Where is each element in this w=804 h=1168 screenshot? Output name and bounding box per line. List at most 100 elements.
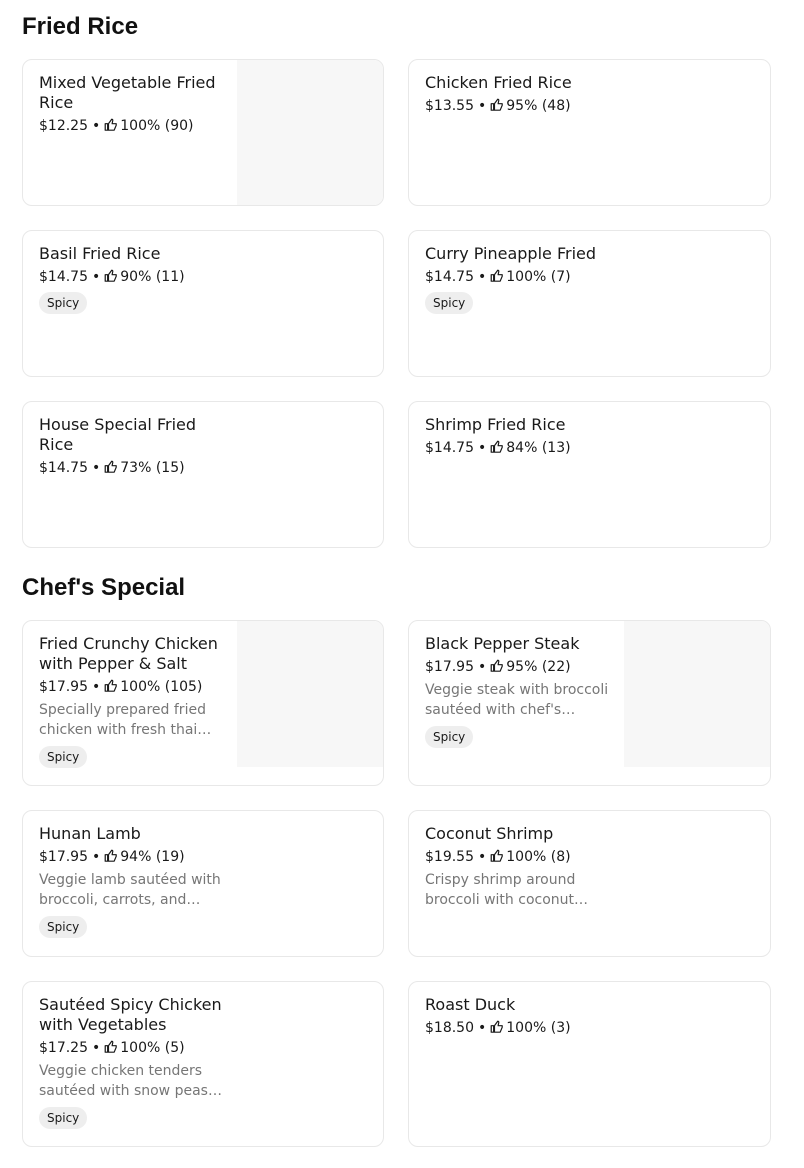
separator-dot: • (92, 118, 101, 134)
item-meta: $17.95 • 100% (105) (39, 678, 229, 696)
item-name: Sautéed Spicy Chicken with Vegetables (39, 995, 222, 1034)
item-name: Chicken Fried Rice (425, 73, 572, 92)
item-rating: 100% (5) (120, 1040, 185, 1056)
item-price: $14.75 (425, 440, 474, 456)
thumbs-up-icon (490, 849, 504, 862)
item-price: $17.95 (425, 659, 474, 675)
thumbs-up-icon (490, 440, 504, 453)
item-meta: $14.75 • 84% (13) (425, 439, 755, 457)
separator-dot: • (92, 1040, 101, 1056)
item-name: Mixed Vegetable Fried Rice (39, 73, 216, 112)
item-meta: $19.55 • 100% (8) (425, 848, 615, 866)
menu-item-hunan-lamb[interactable]: Hunan Lamb $17.95 • 94% (19) Veggie lamb s… (22, 810, 384, 957)
separator-dot: • (478, 269, 487, 285)
separator-dot: • (92, 269, 101, 285)
thumbs-up-icon (490, 659, 504, 672)
item-meta: $18.50 • 100% (3) (425, 1019, 755, 1037)
spicy-badge: Spicy (425, 292, 474, 314)
thumbs-up-icon (490, 269, 504, 282)
thumbs-up-icon (490, 98, 504, 111)
separator-dot: • (478, 659, 487, 675)
item-rating: 90% (11) (120, 269, 185, 285)
thumbs-up-icon (104, 460, 118, 473)
item-image-placeholder (237, 60, 383, 205)
item-rating: 100% (105) (120, 679, 203, 695)
menu-item-roast-duck[interactable]: Roast Duck $18.50 • 100% (3) (408, 981, 771, 1147)
item-meta: $17.25 • 100% (5) (39, 1039, 229, 1057)
item-rating: 95% (48) (506, 98, 571, 114)
item-price: $17.25 (39, 1040, 88, 1056)
item-rating: 100% (90) (120, 118, 194, 134)
item-price: $12.25 (39, 118, 88, 134)
item-description: Veggie steak with broccoli sautéed with … (425, 682, 609, 718)
menu-item-mixed-vegetable-fried-rice[interactable]: Mixed Vegetable Fried Rice $12.25 • 100% (… (22, 59, 384, 206)
item-meta: $14.75 • 73% (15) (39, 459, 229, 477)
item-name: Shrimp Fried Rice (425, 415, 566, 434)
item-description: Veggie chicken tenders sautéed with snow… (39, 1063, 222, 1099)
item-image-placeholder (624, 621, 770, 767)
menu-item-house-special-fried-rice[interactable]: House Special Fried Rice $14.75 • 73% (15) (22, 401, 384, 548)
thumbs-up-icon (104, 1040, 118, 1053)
item-name: Roast Duck (425, 995, 516, 1014)
separator-dot: • (92, 460, 101, 476)
item-price: $19.55 (425, 849, 474, 865)
item-meta: $14.75 • 100% (7) (425, 268, 755, 286)
item-description: Veggie lamb sautéed with broccoli, carro… (39, 872, 221, 908)
spicy-badge: Spicy (425, 726, 474, 748)
item-rating: 100% (7) (506, 269, 571, 285)
item-name: Coconut Shrimp (425, 824, 554, 843)
item-price: $13.55 (425, 98, 474, 114)
menu-item-basil-fried-rice[interactable]: Basil Fried Rice $14.75 • 90% (11) Spicy (22, 230, 384, 377)
thumbs-up-icon (104, 679, 118, 692)
spicy-badge: Spicy (39, 1107, 88, 1129)
item-rating: 100% (8) (506, 849, 571, 865)
item-description: Crispy shrimp around broccoli with cocon… (425, 872, 589, 908)
separator-dot: • (478, 440, 487, 456)
item-description: Specially prepared fried chicken with fr… (39, 702, 212, 738)
separator-dot: • (92, 679, 101, 695)
item-rating: 94% (19) (120, 849, 185, 865)
item-price: $14.75 (425, 269, 474, 285)
section-title-fried-rice: Fried Rice (22, 13, 139, 40)
item-image-placeholder (237, 621, 383, 767)
thumbs-up-icon (104, 849, 118, 862)
menu-item-chicken-fried-rice[interactable]: Chicken Fried Rice $13.55 • 95% (48) (408, 59, 771, 206)
item-name: Black Pepper Steak (425, 634, 580, 653)
item-price: $17.95 (39, 849, 88, 865)
item-meta: $17.95 • 95% (22) (425, 658, 615, 676)
item-name: Hunan Lamb (39, 824, 141, 843)
item-meta: $14.75 • 90% (11) (39, 268, 369, 286)
item-meta: $17.95 • 94% (19) (39, 848, 229, 866)
menu-item-fried-crunchy-chicken[interactable]: Fried Crunchy Chicken with Pepper & Salt… (22, 620, 384, 786)
separator-dot: • (478, 1020, 487, 1036)
item-name: Basil Fried Rice (39, 244, 161, 263)
menu-item-coconut-shrimp[interactable]: Coconut Shrimp $19.55 • 100% (8) Crispy sh… (408, 810, 771, 957)
separator-dot: • (92, 849, 101, 865)
item-name: Fried Crunchy Chicken with Pepper & Salt (39, 634, 218, 673)
item-meta: $13.55 • 95% (48) (425, 97, 755, 115)
item-price: $17.95 (39, 679, 88, 695)
spicy-badge: Spicy (39, 916, 88, 938)
item-meta: $12.25 • 100% (90) (39, 117, 229, 135)
separator-dot: • (478, 98, 487, 114)
item-rating: 84% (13) (506, 440, 571, 456)
item-name: Curry Pineapple Fried (425, 244, 597, 263)
item-price: $14.75 (39, 460, 88, 476)
spicy-badge: Spicy (39, 292, 88, 314)
item-name: House Special Fried Rice (39, 415, 197, 454)
thumbs-up-icon (104, 118, 118, 131)
section-title-chefs-special: Chef's Special (22, 574, 186, 601)
item-rating: 100% (3) (506, 1020, 571, 1036)
menu-item-shrimp-fried-rice[interactable]: Shrimp Fried Rice $14.75 • 84% (13) (408, 401, 771, 548)
thumbs-up-icon (490, 1020, 504, 1033)
separator-dot: • (478, 849, 487, 865)
menu-item-black-pepper-steak[interactable]: Black Pepper Steak $17.95 • 95% (22) Veggi… (408, 620, 771, 786)
item-rating: 73% (15) (120, 460, 185, 476)
item-rating: 95% (22) (506, 659, 571, 675)
item-price: $18.50 (425, 1020, 474, 1036)
menu-item-sauteed-spicy-chicken[interactable]: Sautéed Spicy Chicken with Vegetables $1… (22, 981, 384, 1147)
menu-item-curry-pineapple-fried[interactable]: Curry Pineapple Fried $14.75 • 100% (7) Sp… (408, 230, 771, 377)
item-price: $14.75 (39, 269, 88, 285)
spicy-badge: Spicy (39, 746, 88, 768)
thumbs-up-icon (104, 269, 118, 282)
